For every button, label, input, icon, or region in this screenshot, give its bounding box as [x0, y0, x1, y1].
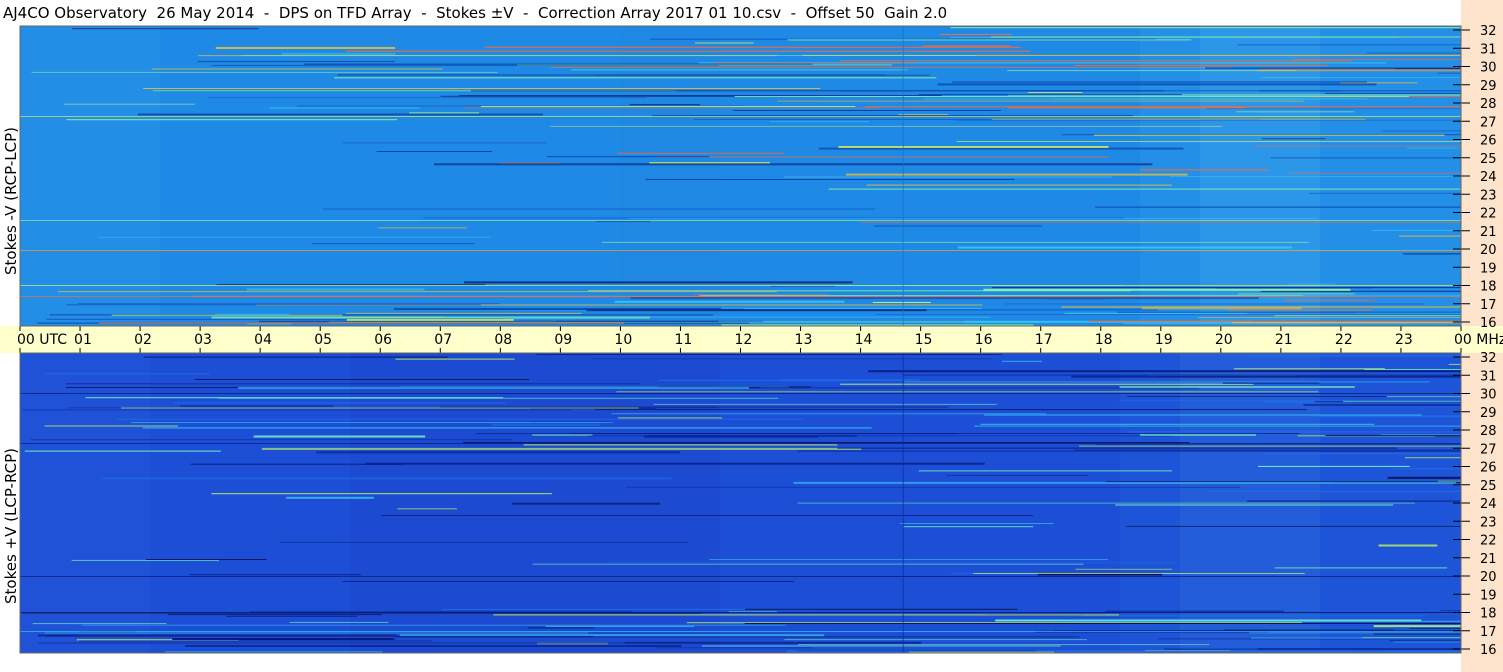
- time-tick-label: 12: [735, 332, 753, 348]
- freq-tick-label: 17: [1480, 298, 1497, 313]
- time-tick-label: 13: [795, 332, 813, 348]
- time-tick-label: 11: [674, 332, 692, 348]
- freq-tick-label: 18: [1480, 280, 1497, 295]
- time-tick-label: 23: [1395, 332, 1413, 348]
- freq-tick-label: 25: [1480, 152, 1497, 167]
- freq-tick-label: 30: [1480, 61, 1497, 76]
- time-tick-label: 16: [975, 332, 993, 348]
- freq-tick-label: 28: [1480, 97, 1497, 112]
- freq-tick-label: 16: [1480, 316, 1497, 331]
- time-tick-label: 00 MHz: [1454, 332, 1503, 348]
- time-tick-label: 08: [494, 332, 512, 348]
- freq-tick-label: 16: [1480, 643, 1497, 658]
- time-tick-label: 22: [1335, 332, 1353, 348]
- freq-tick-label: 22: [1480, 207, 1497, 222]
- time-tick-label: 19: [1155, 332, 1173, 348]
- time-tick-label: 09: [554, 332, 572, 348]
- time-tick-label: 17: [1035, 332, 1053, 348]
- freq-tick-label: 30: [1480, 388, 1497, 403]
- time-tick-label: 05: [314, 332, 332, 348]
- time-tick-label: 14: [855, 332, 873, 348]
- freq-tick-label: 32: [1480, 351, 1497, 366]
- freq-tick-label: 23: [1480, 188, 1497, 203]
- time-tick-label: 21: [1275, 332, 1293, 348]
- time-tick-label: 07: [434, 332, 452, 348]
- freq-tick-label: 21: [1480, 552, 1497, 567]
- top-panel-border: [19, 25, 1462, 327]
- bottom-panel-border: [19, 352, 1462, 654]
- freq-tick-label: 17: [1480, 625, 1497, 640]
- freq-tick-label: 19: [1480, 588, 1497, 603]
- freq-tick-label: 31: [1480, 42, 1497, 57]
- freq-tick-label: 23: [1480, 515, 1497, 530]
- time-tick-label: 00 UTC: [17, 332, 67, 348]
- time-tick-label: 10: [614, 332, 632, 348]
- freq-tick-label: 32: [1480, 24, 1497, 39]
- freq-tick-label: 20: [1480, 570, 1497, 585]
- freq-tick-label: 29: [1480, 79, 1497, 94]
- freq-tick-label: 19: [1480, 261, 1497, 276]
- freq-tick-label: 29: [1480, 406, 1497, 421]
- time-tick-label: 20: [1215, 332, 1233, 348]
- freq-tick-label: 27: [1480, 442, 1497, 457]
- time-tick-label: 06: [374, 332, 392, 348]
- axes-overlay: 00 UTC 01 02 03 04 05 06 07 08 09 10 11 12 13 14 15 16 17…: [17, 24, 1503, 658]
- freq-tick-label: 25: [1480, 479, 1497, 494]
- freq-tick-label: 18: [1480, 607, 1497, 622]
- time-tick-label: 01: [74, 332, 92, 348]
- freq-tick-label: 27: [1480, 115, 1497, 130]
- time-tick-label: 02: [134, 332, 152, 348]
- freq-tick-label: 22: [1480, 534, 1497, 549]
- freq-tick-label: 21: [1480, 225, 1497, 240]
- time-tick-label: 15: [915, 332, 933, 348]
- freq-tick-label: 26: [1480, 461, 1497, 476]
- time-tick-label: 04: [254, 332, 272, 348]
- freq-tick-label: 31: [1480, 369, 1497, 384]
- time-tick-label: 03: [194, 332, 212, 348]
- freq-tick-label: 24: [1480, 497, 1497, 512]
- freq-tick-label: 26: [1480, 134, 1497, 149]
- time-tick-label: 18: [1095, 332, 1113, 348]
- freq-tick-label: 20: [1480, 243, 1497, 258]
- freq-tick-label: 24: [1480, 170, 1497, 185]
- freq-tick-label: 28: [1480, 424, 1497, 439]
